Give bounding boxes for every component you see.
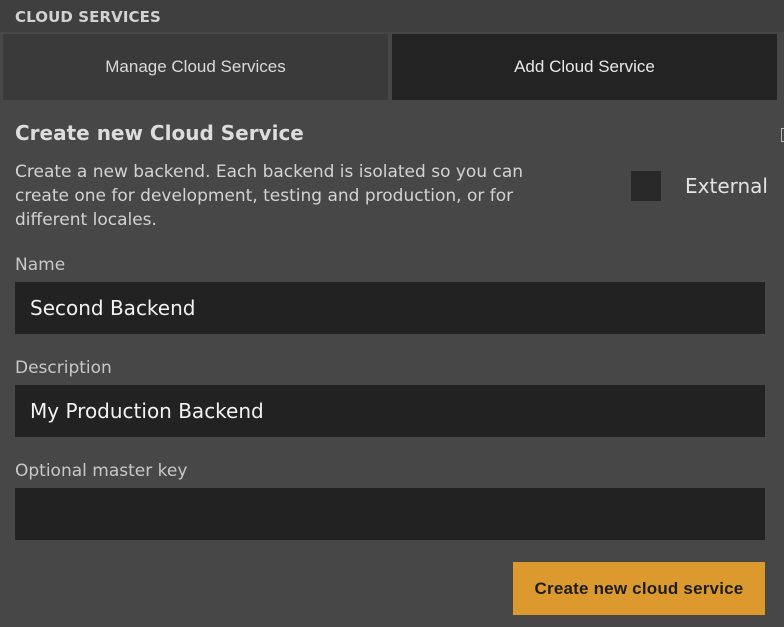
name-input[interactable]: Second Backend bbox=[15, 282, 765, 334]
description-input[interactable]: My Production Backend bbox=[15, 385, 765, 437]
tab-bar: Manage Cloud Services Add Cloud Service bbox=[3, 34, 777, 101]
panel-title: CLOUD SERVICES bbox=[15, 8, 161, 26]
tab-add-cloud-service[interactable]: Add Cloud Service bbox=[392, 34, 777, 100]
description-field-label: Description bbox=[15, 358, 112, 378]
tab-manage-cloud-services[interactable]: Manage Cloud Services bbox=[3, 34, 388, 100]
form-heading: Create new Cloud Service bbox=[15, 121, 304, 145]
name-field-label: Name bbox=[15, 255, 66, 275]
create-cloud-service-button[interactable]: Create new cloud service bbox=[513, 562, 765, 615]
master-key-input[interactable] bbox=[15, 488, 765, 540]
external-checkbox[interactable] bbox=[631, 171, 661, 201]
external-checkbox-label[interactable]: External bbox=[685, 174, 768, 198]
panel-header: CLOUD SERVICES bbox=[0, 0, 784, 32]
form-description: Create a new backend. Each backend is is… bbox=[15, 162, 524, 230]
master-key-field-label: Optional master key bbox=[15, 461, 188, 481]
